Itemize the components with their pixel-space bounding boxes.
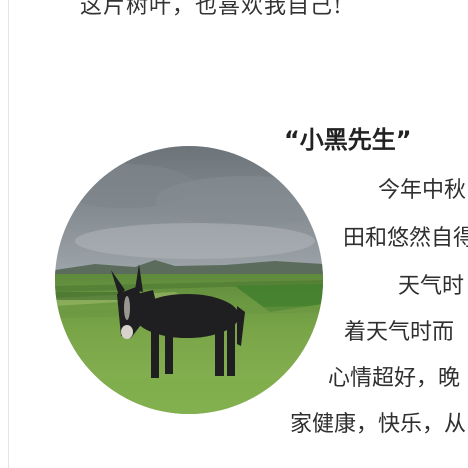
- left-border: [8, 0, 9, 468]
- paragraph-line-4: 着天气时而: [344, 320, 455, 345]
- paragraph-line-2: 田和悠然自得: [343, 226, 468, 251]
- paragraph-line-6: 家健康，快乐，从: [290, 412, 467, 437]
- paragraph-line-5: 心情超好，晚: [328, 366, 461, 391]
- donkey-photo: [55, 146, 323, 414]
- paragraph-line-1: 今年中秋: [378, 178, 467, 203]
- previous-paragraph-line: 这片树叶，也喜欢我自己!: [80, 0, 343, 19]
- paragraph-line-3: 天气时: [398, 274, 465, 299]
- section-heading: “小黑先生”: [284, 126, 412, 154]
